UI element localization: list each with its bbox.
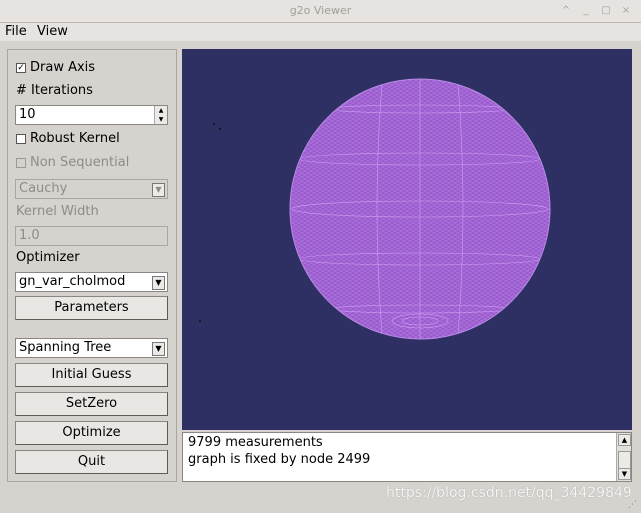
window-title: g2o Viewer xyxy=(289,4,352,17)
draw-axis-checkbox[interactable]: ✓ xyxy=(16,63,26,73)
control-panel: ✓ Draw Axis # Iterations 10 ▲ ▼ Robust Ke… xyxy=(7,49,177,482)
menu-view[interactable]: View xyxy=(37,23,68,41)
scroll-up-icon[interactable]: ▲ xyxy=(618,434,631,446)
iterations-label: # Iterations xyxy=(16,83,93,98)
optimizer-label: Optimizer xyxy=(16,250,80,265)
minimize-icon[interactable]: _ xyxy=(579,4,593,18)
init-method-value: Spanning Tree xyxy=(19,340,112,355)
shade-icon[interactable]: ^ xyxy=(559,4,573,18)
resize-grip-icon[interactable]: ⋰ xyxy=(628,500,638,510)
init-method-select[interactable]: Spanning Tree ▼ xyxy=(15,338,168,358)
non-sequential-label: Non Sequential xyxy=(30,155,130,170)
kernel-type-value: Cauchy xyxy=(19,181,68,196)
robust-kernel-checkbox[interactable] xyxy=(16,134,26,144)
chevron-down-icon: ▼ xyxy=(152,342,165,356)
non-sequential-checkbox[interactable] xyxy=(16,158,26,168)
kernel-type-select[interactable]: Cauchy ▼ xyxy=(15,179,168,199)
iterations-spinbox[interactable]: 10 ▲ ▼ xyxy=(15,105,168,125)
close-icon[interactable]: × xyxy=(619,4,633,18)
menu-bar: File View xyxy=(0,23,641,41)
chevron-down-icon: ▼ xyxy=(152,183,165,197)
log-scrollbar[interactable]: ▲ ▼ xyxy=(616,433,631,481)
optimizer-select[interactable]: gn_var_cholmod ▼ xyxy=(15,272,168,292)
optimize-button[interactable]: Optimize xyxy=(15,421,168,445)
kernel-width-input[interactable]: 1.0 xyxy=(15,226,168,246)
log-line: 9799 measurements xyxy=(188,435,323,450)
log-line: graph is fixed by node 2499 xyxy=(188,452,371,467)
initial-guess-button[interactable]: Initial Guess xyxy=(15,363,168,387)
chevron-down-icon: ▼ xyxy=(152,276,165,290)
iterations-value: 10 xyxy=(19,107,36,122)
sphere-graph xyxy=(199,78,551,340)
graph-viewport[interactable] xyxy=(182,49,632,430)
parameters-button[interactable]: Parameters xyxy=(15,296,168,320)
scroll-down-icon[interactable]: ▼ xyxy=(618,468,631,480)
setzero-button[interactable]: SetZero xyxy=(15,392,168,416)
menu-file[interactable]: File xyxy=(5,23,27,41)
spin-arrows-icon[interactable]: ▲ ▼ xyxy=(154,106,167,124)
log-output[interactable]: 9799 measurements graph is fixed by node… xyxy=(182,432,632,482)
title-bar: g2o Viewer ^ _ □ × xyxy=(0,0,641,23)
draw-axis-label: Draw Axis xyxy=(30,60,96,75)
robust-kernel-label: Robust Kernel xyxy=(30,131,120,146)
maximize-icon[interactable]: □ xyxy=(599,4,613,18)
scroll-thumb[interactable] xyxy=(618,451,631,469)
kernel-width-value: 1.0 xyxy=(19,228,40,243)
optimizer-value: gn_var_cholmod xyxy=(19,274,126,289)
quit-button[interactable]: Quit xyxy=(15,450,168,474)
watermark: https://blog.csdn.net/qq_34429849 xyxy=(386,485,632,501)
kernel-width-label: Kernel Width xyxy=(16,204,99,219)
